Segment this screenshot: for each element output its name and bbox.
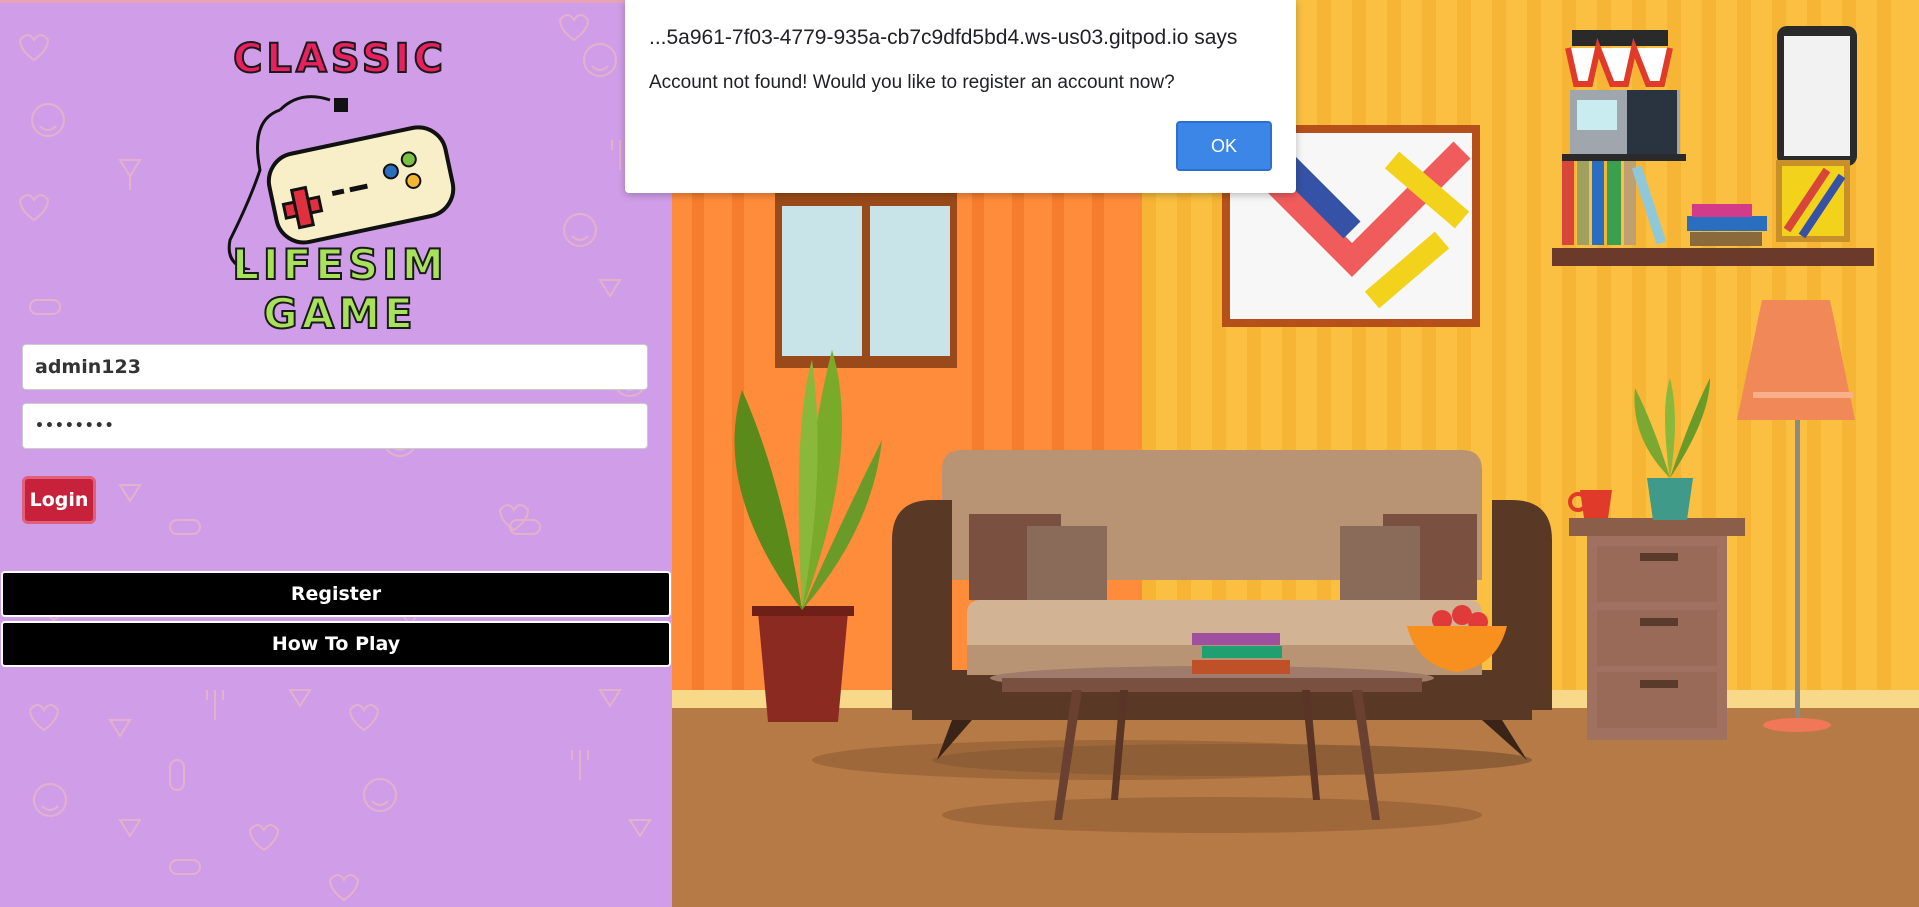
how-to-play-button[interactable]: How To Play [1,621,671,667]
dialog-message: Account not found! Would you like to reg… [649,72,1175,93]
login-panel: CLASSIC LIFESIM GAME admin123 •••••••• L… [0,0,672,907]
login-button[interactable]: Login [22,476,96,524]
dialog-ok-button[interactable]: OK [1176,121,1272,171]
register-button[interactable]: Register [1,571,671,617]
dialog-title: ...5a961-7f03-4779-935a-cb7c9dfd5bd4.ws-… [649,26,1238,49]
logo-line-lifesim: LIFESIM GAME [231,239,448,339]
username-input[interactable]: admin123 [22,344,648,390]
game-logo: CLASSIC LIFESIM GAME [150,30,530,339]
password-input[interactable]: •••••••• [22,403,648,449]
alert-dialog: ...5a961-7f03-4779-935a-cb7c9dfd5bd4.ws-… [625,0,1296,193]
